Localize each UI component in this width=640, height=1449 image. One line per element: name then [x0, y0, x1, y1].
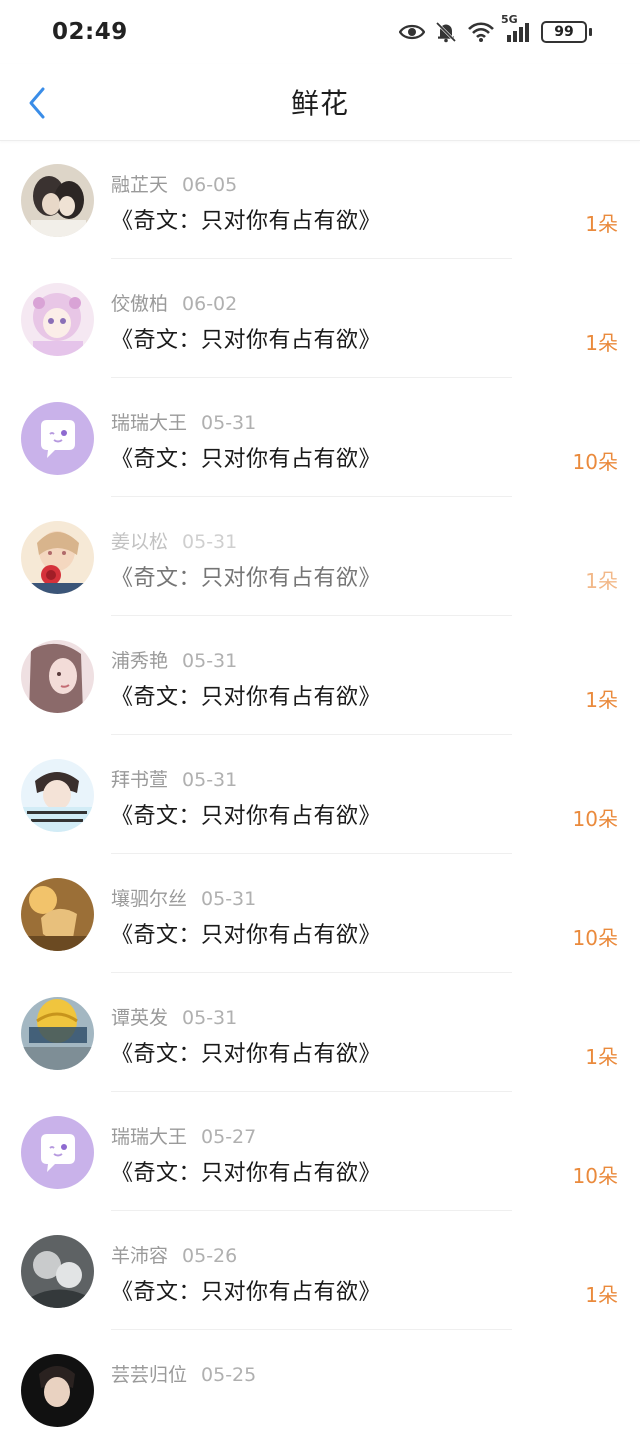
avatar[interactable]	[21, 402, 94, 475]
gift-date: 05-26	[182, 1245, 238, 1267]
nav-header: 鲜花	[0, 64, 640, 141]
gift-date: 06-02	[182, 293, 238, 315]
sender-line: 羊沛容 05-26	[111, 1241, 237, 1268]
gift-date: 06-05	[182, 174, 238, 196]
flower-count: 10朵	[572, 450, 618, 474]
sender-name[interactable]: 融芷天	[111, 174, 168, 196]
book-title[interactable]: 《奇文：只对你有占有欲》	[111, 1274, 381, 1306]
avatar[interactable]	[21, 1116, 94, 1189]
chevron-left-icon	[29, 87, 45, 119]
gift-date: 05-31	[201, 888, 257, 910]
back-button[interactable]	[22, 86, 52, 120]
list-item[interactable]: 佼傲柏 06-02 《奇文：只对你有占有欲》 1朵	[0, 259, 640, 378]
sender-line: 瑞瑞大王 05-31	[111, 408, 256, 435]
list-item[interactable]: 拜书萱 05-31 《奇文：只对你有占有欲》 10朵	[0, 735, 640, 854]
avatar[interactable]	[21, 759, 94, 832]
avatar[interactable]	[21, 283, 94, 356]
gift-date: 05-25	[201, 1364, 257, 1386]
sender-name[interactable]: 佼傲柏	[111, 293, 168, 315]
gift-date: 05-31	[182, 769, 238, 791]
flower-count: 1朵	[585, 212, 618, 236]
wifi-icon	[467, 21, 495, 43]
gift-date: 05-27	[201, 1126, 257, 1148]
avatar[interactable]	[21, 1354, 94, 1427]
sender-line: 佼傲柏 06-02	[111, 289, 237, 316]
sender-line: 瑞瑞大王 05-27	[111, 1122, 256, 1149]
eye-icon	[399, 23, 425, 41]
list-item[interactable]: 谭英发 05-31 《奇文：只对你有占有欲》 1朵	[0, 973, 640, 1092]
avatar[interactable]	[21, 997, 94, 1070]
flower-count: 1朵	[585, 1045, 618, 1069]
book-title[interactable]: 《奇文：只对你有占有欲》	[111, 560, 381, 592]
gift-date: 05-31	[182, 650, 238, 672]
list-item[interactable]: 瑞瑞大王 05-31 《奇文：只对你有占有欲》 10朵	[0, 378, 640, 497]
flower-list: 融芷天 06-05 《奇文：只对你有占有欲》 1朵 佼傲柏 06-02 《奇文：只对你有占有…	[0, 140, 640, 1449]
flower-count: 1朵	[585, 569, 618, 593]
book-title[interactable]: 《奇文：只对你有占有欲》	[111, 203, 381, 235]
sender-line: 芸芸归位 05-25	[111, 1360, 256, 1387]
sender-name[interactable]: 瑞瑞大王	[111, 1126, 187, 1148]
flower-count: 10朵	[572, 807, 618, 831]
avatar[interactable]	[21, 1235, 94, 1308]
avatar[interactable]	[21, 640, 94, 713]
list-item[interactable]: 壤驷尔丝 05-31 《奇文：只对你有占有欲》 10朵	[0, 854, 640, 973]
sender-line: 拜书萱 05-31	[111, 765, 237, 792]
avatar[interactable]	[21, 164, 94, 237]
network-type: 5G	[501, 13, 518, 26]
sender-name[interactable]: 芸芸归位	[111, 1364, 187, 1386]
sender-name[interactable]: 姜以松	[111, 531, 168, 553]
list-item[interactable]: 姜以松 05-31 《奇文：只对你有占有欲》 1朵	[0, 497, 640, 616]
status-time: 02:49	[52, 19, 128, 45]
battery-icon: 99	[541, 21, 592, 43]
mute-bell-icon	[435, 21, 457, 43]
book-title[interactable]: 《奇文：只对你有占有欲》	[111, 1155, 381, 1187]
book-title[interactable]: 《奇文：只对你有占有欲》	[111, 798, 381, 830]
sender-line: 融芷天 06-05	[111, 170, 237, 197]
list-item[interactable]: 瑞瑞大王 05-27 《奇文：只对你有占有欲》 10朵	[0, 1092, 640, 1211]
gift-date: 05-31	[201, 412, 257, 434]
gift-date: 05-31	[182, 531, 238, 553]
sender-line: 谭英发 05-31	[111, 1003, 237, 1030]
book-title[interactable]: 《奇文：只对你有占有欲》	[111, 441, 381, 473]
flower-count: 10朵	[572, 1164, 618, 1188]
status-bar: 02:49 5G 99	[0, 0, 640, 64]
avatar[interactable]	[21, 878, 94, 951]
book-title[interactable]: 《奇文：只对你有占有欲》	[111, 322, 381, 354]
status-icons: 5G 99	[399, 13, 592, 43]
avatar[interactable]	[21, 521, 94, 594]
list-item[interactable]: 芸芸归位 05-25	[0, 1330, 640, 1449]
sender-line: 姜以松 05-31	[111, 527, 237, 554]
list-item[interactable]: 羊沛容 05-26 《奇文：只对你有占有欲》 1朵	[0, 1211, 640, 1330]
gift-date: 05-31	[182, 1007, 238, 1029]
book-title[interactable]: 《奇文：只对你有占有欲》	[111, 1036, 381, 1068]
sender-name[interactable]: 瑞瑞大王	[111, 412, 187, 434]
sender-line: 浦秀艳 05-31	[111, 646, 237, 673]
flower-count: 1朵	[585, 688, 618, 712]
list-item[interactable]: 浦秀艳 05-31 《奇文：只对你有占有欲》 1朵	[0, 616, 640, 735]
book-title[interactable]: 《奇文：只对你有占有欲》	[111, 917, 381, 949]
flower-count: 10朵	[572, 926, 618, 950]
sender-name[interactable]: 壤驷尔丝	[111, 888, 187, 910]
page-title: 鲜花	[290, 87, 349, 120]
book-title[interactable]: 《奇文：只对你有占有欲》	[111, 679, 381, 711]
sender-name[interactable]: 拜书萱	[111, 769, 168, 791]
flower-count: 1朵	[585, 1283, 618, 1307]
list-item[interactable]: 融芷天 06-05 《奇文：只对你有占有欲》 1朵	[0, 140, 640, 259]
cellular-signal-icon: 5G	[501, 13, 531, 43]
sender-name[interactable]: 谭英发	[111, 1007, 168, 1029]
sender-line: 壤驷尔丝 05-31	[111, 884, 256, 911]
battery-level: 99	[541, 21, 587, 43]
sender-name[interactable]: 羊沛容	[111, 1245, 168, 1267]
flower-count: 1朵	[585, 331, 618, 355]
sender-name[interactable]: 浦秀艳	[111, 650, 168, 672]
